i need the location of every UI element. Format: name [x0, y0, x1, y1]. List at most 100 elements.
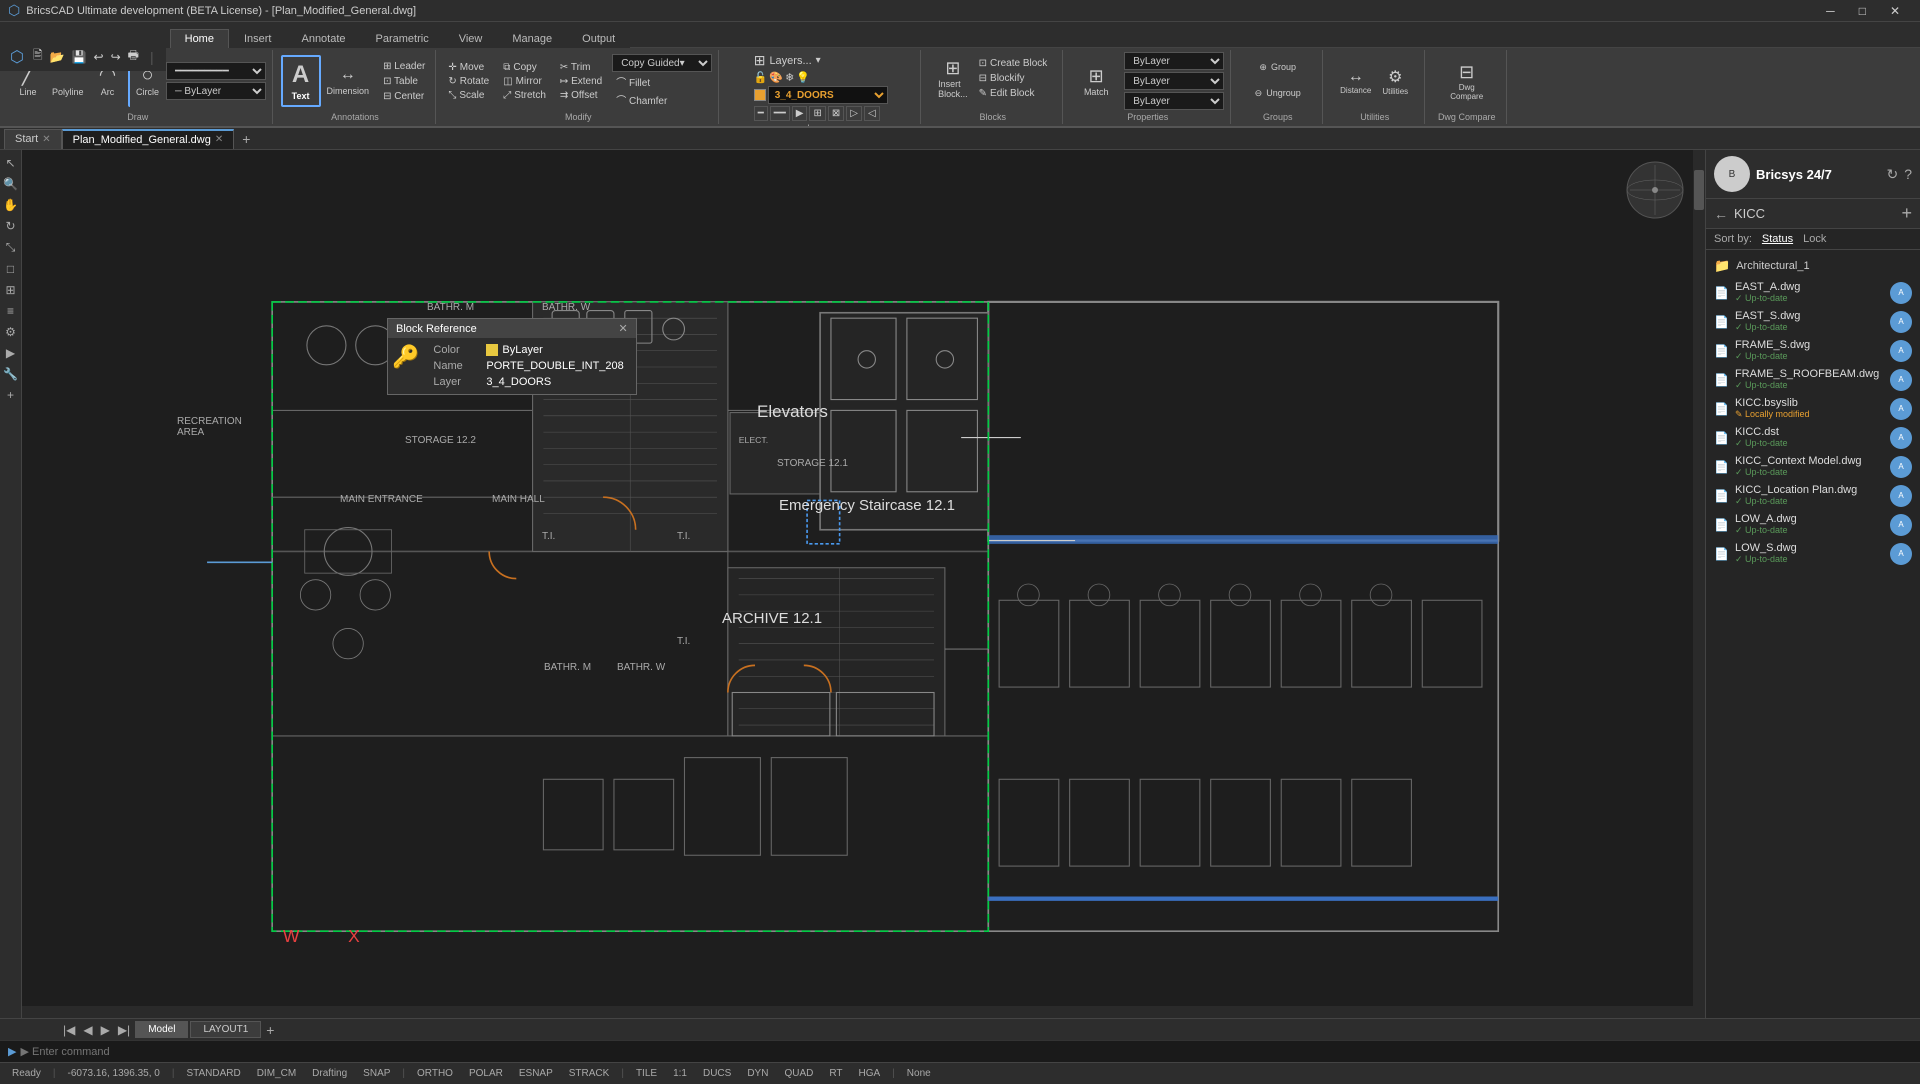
- lt-nav[interactable]: ⊞: [1, 281, 21, 299]
- tab-start[interactable]: Start ✕: [4, 129, 62, 149]
- file-item-kicc-context[interactable]: 📄 KICC_Context Model.dwg ✓ Up-to-date A: [1706, 452, 1920, 481]
- layer-icon1[interactable]: ━: [754, 106, 768, 121]
- annotation-btn2[interactable]: ⊡ Table: [379, 75, 429, 88]
- canvas-area[interactable]: ELECT.: [22, 150, 1705, 1018]
- layer-icon2[interactable]: ━━: [770, 106, 790, 121]
- status-quad[interactable]: QUAD: [780, 1068, 817, 1079]
- layer-icon5[interactable]: ⊠: [828, 106, 844, 121]
- panel-back-button[interactable]: ←: [1714, 206, 1728, 222]
- layer-freeze[interactable]: ❄: [785, 71, 794, 84]
- status-scale[interactable]: 1:1: [669, 1068, 691, 1079]
- match-button[interactable]: ⊞ Match: [1071, 55, 1121, 107]
- modify-scale-button[interactable]: ⤡ Scale: [444, 89, 493, 102]
- lt-mech[interactable]: 🔧: [1, 365, 21, 383]
- layout-nav-end[interactable]: ▶|: [115, 1023, 133, 1037]
- file-item-frame-roofbeam[interactable]: 📄 FRAME_S_ROOFBEAM.dwg ✓ Up-to-date A: [1706, 365, 1920, 394]
- layer-icon3[interactable]: ▶: [792, 106, 808, 121]
- modify-trim[interactable]: ✂ Trim: [556, 61, 606, 74]
- add-layout-button[interactable]: +: [263, 1022, 277, 1038]
- lt-cmd[interactable]: ▶: [1, 344, 21, 362]
- layout-nav-start[interactable]: |◀: [60, 1023, 78, 1037]
- file-item-kicc-bsyslib[interactable]: 📄 KICC.bsyslib ✎ Locally modified A: [1706, 394, 1920, 423]
- modify-extend[interactable]: ↦ Extend: [556, 75, 606, 88]
- linetype-prop-dropdown[interactable]: ByLayer: [1124, 72, 1224, 90]
- status-drafting[interactable]: Drafting: [308, 1068, 351, 1079]
- tab-start-close[interactable]: ✕: [42, 134, 50, 145]
- dwg-compare-button[interactable]: ⊟ DwgCompare: [1446, 55, 1487, 107]
- insert-block-button[interactable]: ⊞ InsertBlock...: [934, 52, 972, 104]
- new-tab-button[interactable]: +: [234, 129, 258, 149]
- layout-nav-next[interactable]: ▶: [98, 1023, 113, 1037]
- layer-icon4[interactable]: ⊞: [809, 106, 825, 121]
- tab-annotate[interactable]: Annotate: [286, 29, 360, 48]
- modify-copy-button[interactable]: ⧉ Copy: [499, 61, 550, 74]
- tab-insert[interactable]: Insert: [229, 29, 287, 48]
- status-snap[interactable]: SNAP: [359, 1068, 394, 1079]
- status-standard[interactable]: STANDARD: [182, 1068, 244, 1079]
- tab-plan-modified[interactable]: Plan_Modified_General.dwg ✕: [62, 129, 235, 149]
- modify-chamfer[interactable]: ⌒ Chamfer: [612, 91, 712, 108]
- qat-new[interactable]: 🖹: [31, 46, 45, 67]
- tab-layout1[interactable]: LAYOUT1: [190, 1021, 261, 1038]
- modify-rotate-button[interactable]: ↻ Rotate: [444, 75, 493, 88]
- modify-fillet[interactable]: ⌒ Fillet: [612, 73, 712, 90]
- panel-refresh-icon[interactable]: ↻: [1886, 166, 1898, 183]
- lt-plus[interactable]: +: [1, 386, 21, 404]
- layer-lock[interactable]: 🔓: [754, 71, 768, 84]
- tab-manage[interactable]: Manage: [497, 29, 567, 48]
- qat-save[interactable]: 💾: [70, 50, 89, 64]
- lt-extents[interactable]: ⤡: [1, 238, 21, 257]
- status-dyn[interactable]: DYN: [743, 1068, 772, 1079]
- navigation-cube[interactable]: [1625, 160, 1685, 220]
- distance-button[interactable]: ↔ Distance: [1336, 55, 1375, 107]
- layer-icon7[interactable]: ◁: [864, 106, 880, 121]
- folder-architectural[interactable]: 📁 Architectural_1: [1706, 254, 1920, 278]
- lt-layers2[interactable]: ≡: [1, 302, 21, 320]
- linetype-dropdown[interactable]: ━━━━━━━━━: [166, 62, 266, 80]
- tab-view[interactable]: View: [444, 29, 498, 48]
- file-item-low-a[interactable]: 📄 LOW_A.dwg ✓ Up-to-date A: [1706, 510, 1920, 539]
- scrollbar-thumb[interactable]: [1694, 170, 1704, 210]
- lt-zoom[interactable]: 🔍: [1, 175, 21, 193]
- status-rt[interactable]: RT: [825, 1068, 846, 1079]
- status-hga[interactable]: HGA: [855, 1068, 885, 1079]
- status-dimcm[interactable]: DIM_CM: [253, 1068, 300, 1079]
- layer-color[interactable]: 🎨: [769, 71, 783, 84]
- create-block-button[interactable]: ⊡ Create Block: [975, 57, 1052, 70]
- qat-undo[interactable]: ↩: [92, 50, 106, 64]
- group-button[interactable]: ⊕ Group: [1255, 52, 1300, 82]
- lt-props[interactable]: ⚙: [1, 323, 21, 341]
- qat-open[interactable]: 📂: [48, 50, 67, 64]
- layer-icon6[interactable]: ▷: [846, 106, 862, 121]
- popup-close-button[interactable]: ✕: [619, 322, 628, 335]
- layer-select[interactable]: 3_4_DOORS: [768, 86, 888, 104]
- file-item-east-s[interactable]: 📄 EAST_S.dwg ✓ Up-to-date A: [1706, 307, 1920, 336]
- status-ducs[interactable]: DUCS: [699, 1068, 735, 1079]
- ungroup-button[interactable]: ⊖ Ungroup: [1251, 84, 1305, 102]
- utilities-button[interactable]: ⚙ Utilities: [1377, 55, 1413, 107]
- layer-off[interactable]: 💡: [796, 71, 810, 84]
- horizontal-scrollbar[interactable]: [22, 1006, 1693, 1018]
- sort-lock-option[interactable]: Lock: [1803, 233, 1826, 245]
- maximize-button[interactable]: □: [1847, 0, 1878, 22]
- modify-move-button[interactable]: ✛ Move: [444, 61, 493, 74]
- file-item-low-s[interactable]: 📄 LOW_S.dwg ✓ Up-to-date A: [1706, 539, 1920, 568]
- dimension-button[interactable]: ↔ Dimension: [323, 55, 374, 107]
- status-strack[interactable]: STRACK: [565, 1068, 614, 1079]
- edit-block-button[interactable]: ✎ Edit Block: [975, 87, 1052, 100]
- close-button[interactable]: ✕: [1878, 0, 1912, 22]
- lt-orbit[interactable]: ↻: [1, 217, 21, 235]
- file-item-frame-s[interactable]: 📄 FRAME_S.dwg ✓ Up-to-date A: [1706, 336, 1920, 365]
- panel-add-button[interactable]: +: [1901, 203, 1912, 224]
- vertical-scrollbar[interactable]: [1693, 150, 1705, 1018]
- color-dropdown[interactable]: ByLayer: [1124, 52, 1224, 70]
- status-polar[interactable]: POLAR: [465, 1068, 507, 1079]
- layers-expand[interactable]: ▾: [816, 55, 821, 66]
- lineweight-prop-dropdown[interactable]: ByLayer: [1124, 92, 1224, 110]
- command-input[interactable]: [20, 1046, 1912, 1058]
- modify-mirror-button[interactable]: ◫ Mirror: [499, 75, 550, 88]
- lt-select[interactable]: ↖: [1, 154, 21, 172]
- status-esnap[interactable]: ESNAP: [515, 1068, 557, 1079]
- tab-output[interactable]: Output: [567, 29, 630, 48]
- minimize-button[interactable]: ─: [1814, 0, 1847, 22]
